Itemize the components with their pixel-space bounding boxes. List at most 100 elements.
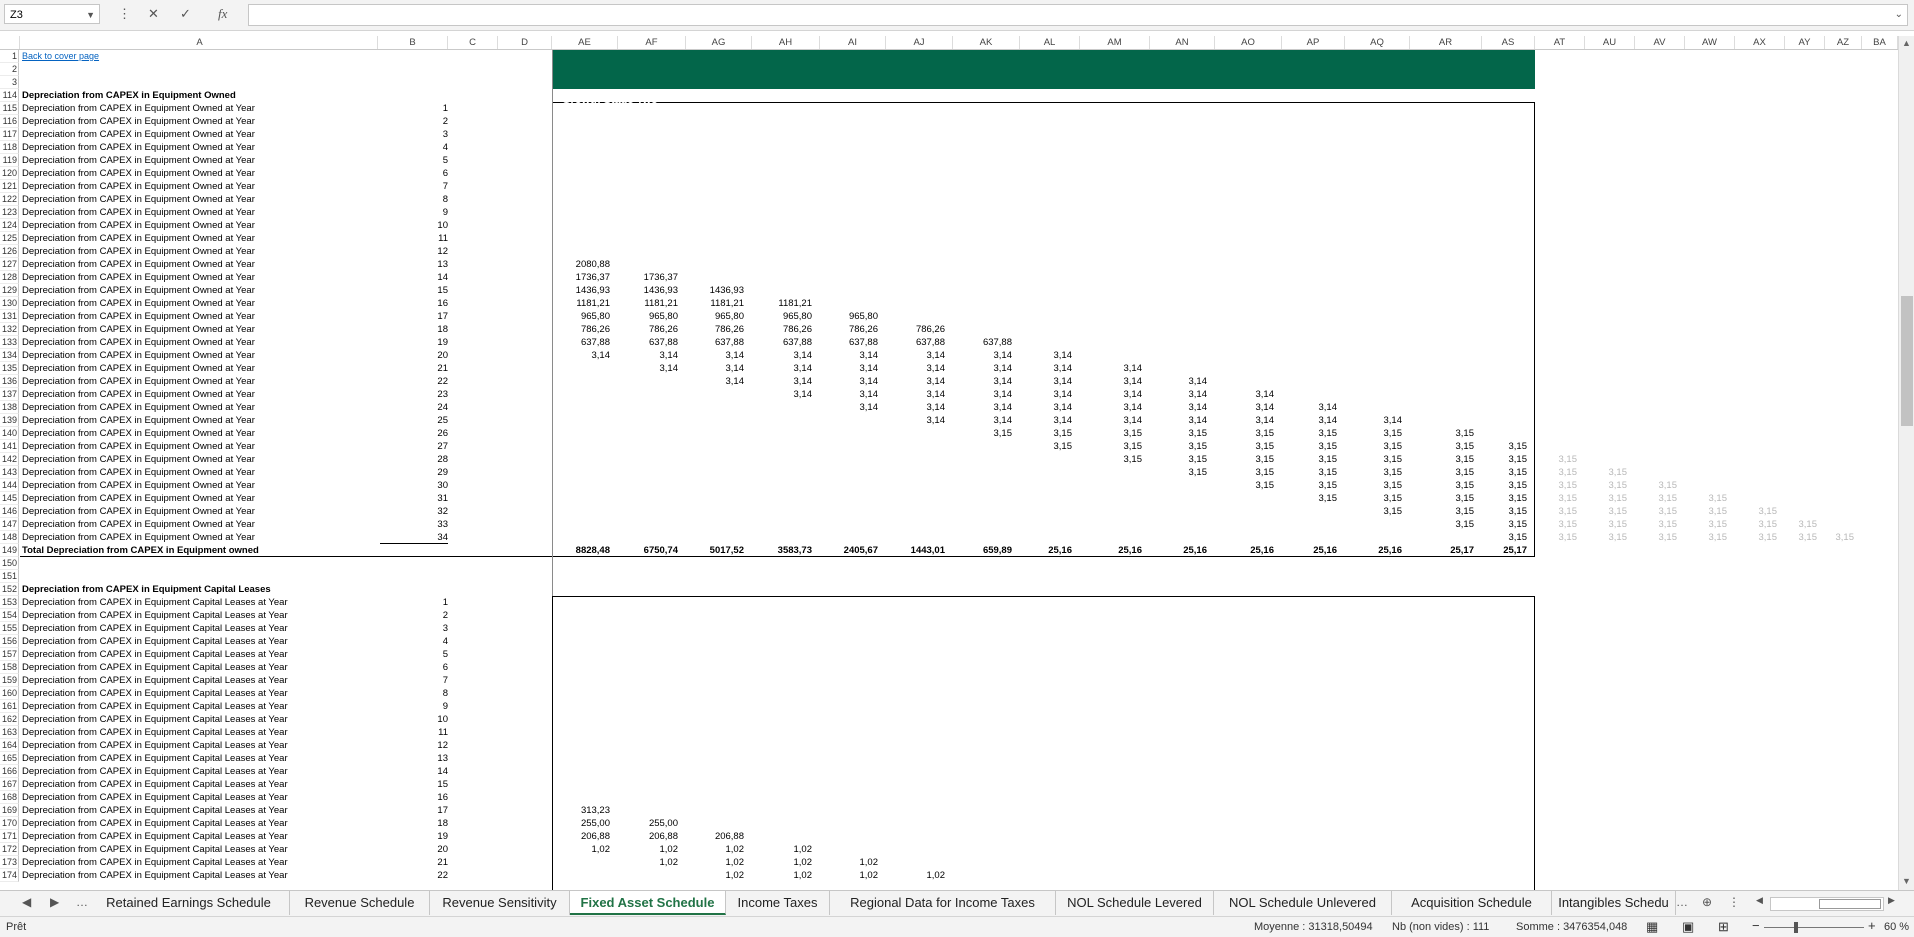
row-header[interactable]: 168 — [0, 791, 19, 804]
column-header-ap[interactable]: AP — [1282, 36, 1345, 49]
row-header[interactable]: 139 — [0, 414, 19, 427]
row-header[interactable]: 146 — [0, 505, 19, 518]
row-header[interactable]: 161 — [0, 700, 19, 713]
column-header-ax[interactable]: AX — [1735, 36, 1785, 49]
data-cell[interactable]: 3,15 — [1785, 518, 1818, 531]
sheet-tab[interactable]: Fixed Asset Schedule — [570, 891, 726, 915]
more-options-icon[interactable]: ⋮ — [118, 6, 131, 22]
column-header-ah[interactable]: AH — [752, 36, 820, 49]
column-header-ba[interactable]: BA — [1862, 36, 1898, 49]
row-header[interactable]: 137 — [0, 388, 19, 401]
more-sheets-right-icon[interactable]: … — [1676, 895, 1688, 909]
row-header[interactable]: 173 — [0, 856, 19, 869]
row-header[interactable]: 165 — [0, 752, 19, 765]
column-header-a[interactable]: A — [22, 36, 378, 49]
scroll-up-icon[interactable]: ▲ — [1902, 38, 1911, 48]
back-to-cover-link[interactable]: Back to cover page — [22, 50, 99, 63]
row-header[interactable]: 117 — [0, 128, 19, 141]
row-header[interactable]: 128 — [0, 271, 19, 284]
column-header-ae[interactable]: AE — [552, 36, 618, 49]
row-header[interactable]: 132 — [0, 323, 19, 336]
data-cell[interactable]: 3,15 — [1585, 518, 1628, 531]
spreadsheet-grid[interactable]: A B C D AE AF AG AH AI AJ AK AL AM AN AO AP AQ AR AS AT AU AV… — [0, 36, 1898, 890]
row-header[interactable]: 142 — [0, 453, 19, 466]
column-header-b[interactable]: B — [378, 36, 448, 49]
row-header[interactable]: 116 — [0, 115, 19, 128]
data-cell[interactable]: 3,15 — [1585, 492, 1628, 505]
row-header[interactable]: 143 — [0, 466, 19, 479]
data-cell[interactable]: 3,15 — [1635, 492, 1678, 505]
row-header[interactable]: 119 — [0, 154, 19, 167]
row-header[interactable]: 123 — [0, 206, 19, 219]
row-header[interactable]: 171 — [0, 830, 19, 843]
column-header-c[interactable]: C — [448, 36, 498, 49]
row-header[interactable]: 151 — [0, 570, 19, 583]
row-header[interactable]: 144 — [0, 479, 19, 492]
scroll-right-icon[interactable]: ▶ — [1888, 895, 1895, 906]
data-cell[interactable]: 3,15 — [1635, 479, 1678, 492]
row-header[interactable]: 145 — [0, 492, 19, 505]
row-header[interactable]: 149 — [0, 544, 19, 557]
row-header[interactable]: 124 — [0, 219, 19, 232]
normal-view-icon[interactable]: ▦ — [1646, 919, 1658, 935]
sheet-tab[interactable]: Regional Data for Income Taxes — [830, 891, 1056, 915]
row-header[interactable]: 162 — [0, 713, 19, 726]
column-header-aw[interactable]: AW — [1685, 36, 1735, 49]
zoom-in-icon[interactable]: + — [1868, 918, 1876, 933]
row-header[interactable]: 2 — [0, 63, 19, 76]
row-header[interactable]: 150 — [0, 557, 19, 570]
column-header-az[interactable]: AZ — [1825, 36, 1862, 49]
row-header[interactable]: 172 — [0, 843, 19, 856]
row-header[interactable]: 131 — [0, 310, 19, 323]
data-cell[interactable]: 3,15 — [1685, 531, 1728, 544]
vertical-scroll-thumb[interactable] — [1901, 296, 1913, 426]
row-header[interactable]: 160 — [0, 687, 19, 700]
row-header[interactable]: 136 — [0, 375, 19, 388]
cancel-icon[interactable]: ✕ — [148, 6, 159, 22]
row-header[interactable]: 153 — [0, 596, 19, 609]
data-cell[interactable]: 3,15 — [1635, 518, 1678, 531]
column-header-as[interactable]: AS — [1482, 36, 1535, 49]
column-header-am[interactable]: AM — [1080, 36, 1150, 49]
row-header[interactable]: 166 — [0, 765, 19, 778]
row-header[interactable]: 169 — [0, 804, 19, 817]
zoom-slider[interactable] — [1764, 927, 1864, 928]
data-cell[interactable]: 3,15 — [1535, 453, 1578, 466]
data-cell[interactable]: 3,15 — [1535, 531, 1578, 544]
horizontal-scrollbar[interactable] — [1770, 897, 1884, 911]
sheet-tab[interactable]: Income Taxes — [726, 891, 830, 915]
row-header[interactable]: 174 — [0, 869, 19, 882]
sheet-tab[interactable]: Revenue Sensitivity — [430, 891, 570, 915]
data-cell[interactable]: 3,15 — [1685, 505, 1728, 518]
horizontal-scroll-thumb[interactable] — [1819, 899, 1881, 909]
row-header[interactable]: 114 — [0, 89, 19, 102]
row-header[interactable]: 147 — [0, 518, 19, 531]
scroll-down-icon[interactable]: ▼ — [1902, 876, 1911, 886]
expand-formula-icon[interactable]: ⌄ — [1895, 9, 1903, 20]
row-header[interactable]: 122 — [0, 193, 19, 206]
row-header[interactable]: 159 — [0, 674, 19, 687]
name-box[interactable]: Z3 ▼ — [4, 4, 100, 24]
row-header[interactable]: 118 — [0, 141, 19, 154]
row-header[interactable]: 148 — [0, 531, 19, 544]
next-sheet-icon[interactable]: ▶ — [50, 895, 59, 909]
select-all-corner[interactable] — [0, 36, 20, 49]
column-header-ar[interactable]: AR — [1410, 36, 1482, 49]
row-header[interactable]: 154 — [0, 609, 19, 622]
data-cell[interactable]: 3,15 — [1585, 466, 1628, 479]
row-header[interactable]: 140 — [0, 427, 19, 440]
menu-icon[interactable]: ⋮ — [1728, 895, 1740, 909]
column-header-af[interactable]: AF — [618, 36, 686, 49]
row-header[interactable]: 125 — [0, 232, 19, 245]
data-cell[interactable]: 3,15 — [1585, 531, 1628, 544]
row-header[interactable]: 164 — [0, 739, 19, 752]
row-header[interactable]: 163 — [0, 726, 19, 739]
row-header[interactable]: 158 — [0, 661, 19, 674]
row-header[interactable]: 135 — [0, 362, 19, 375]
sheet-tab[interactable]: Retained Earnings Schedule — [88, 891, 290, 915]
data-cell[interactable]: 3,15 — [1535, 505, 1578, 518]
row-header[interactable]: 141 — [0, 440, 19, 453]
zoom-out-icon[interactable]: − — [1752, 918, 1760, 933]
page-break-icon[interactable]: ⊞ — [1718, 919, 1729, 935]
add-sheet-icon[interactable]: ⊕ — [1702, 895, 1712, 909]
